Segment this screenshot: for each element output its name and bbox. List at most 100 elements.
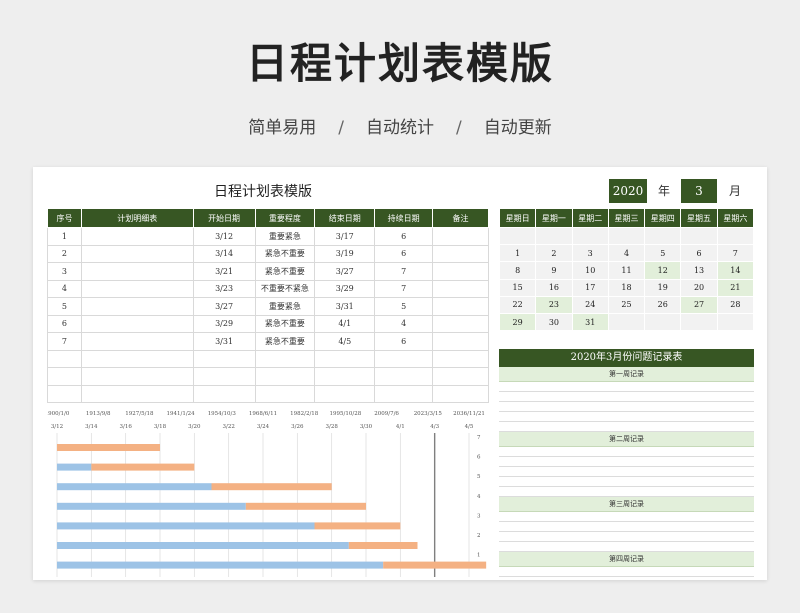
issue-row[interactable] xyxy=(499,477,754,487)
schedule-cell-end[interactable]: 4/1 xyxy=(314,314,376,333)
schedule-cell-empty[interactable] xyxy=(254,384,316,403)
schedule-cell-detail[interactable] xyxy=(80,227,194,246)
schedule-cell-empty[interactable] xyxy=(432,367,489,386)
schedule-cell-no[interactable]: 2 xyxy=(47,244,82,263)
schedule-cell-start[interactable]: 3/29 xyxy=(192,314,256,333)
calendar-day[interactable]: 7 xyxy=(716,244,755,263)
schedule-cell-end[interactable]: 3/27 xyxy=(314,262,376,281)
schedule-cell-empty[interactable] xyxy=(192,384,256,403)
schedule-cell-empty[interactable] xyxy=(80,349,194,368)
schedule-cell-level[interactable]: 紧急不重要 xyxy=(254,244,316,263)
schedule-cell-empty[interactable] xyxy=(47,384,82,403)
schedule-cell-no[interactable]: 6 xyxy=(47,314,82,333)
year-input[interactable]: 2020 xyxy=(609,179,647,203)
schedule-cell-empty[interactable] xyxy=(374,384,434,403)
schedule-cell-empty[interactable] xyxy=(192,367,256,386)
schedule-cell-note[interactable] xyxy=(432,297,489,316)
schedule-cell-empty[interactable] xyxy=(432,349,489,368)
schedule-cell-detail[interactable] xyxy=(80,314,194,333)
schedule-cell-dur[interactable]: 6 xyxy=(374,332,434,351)
schedule-cell-level[interactable]: 不重要不紧急 xyxy=(254,279,316,298)
issue-row[interactable] xyxy=(499,382,754,392)
calendar-day[interactable]: 24 xyxy=(571,295,609,314)
schedule-cell-dur[interactable]: 7 xyxy=(374,262,434,281)
schedule-cell-no[interactable]: 4 xyxy=(47,279,82,298)
calendar-day[interactable]: 8 xyxy=(498,261,537,280)
schedule-cell-note[interactable] xyxy=(432,279,489,298)
schedule-cell-end[interactable]: 4/5 xyxy=(314,332,376,351)
month-input[interactable]: 3 xyxy=(681,179,717,203)
schedule-cell-note[interactable] xyxy=(432,262,489,281)
schedule-cell-dur[interactable]: 6 xyxy=(374,244,434,263)
schedule-cell-start[interactable]: 3/23 xyxy=(192,279,256,298)
schedule-cell-note[interactable] xyxy=(432,244,489,263)
schedule-cell-empty[interactable] xyxy=(432,384,489,403)
issue-row[interactable] xyxy=(499,522,754,532)
schedule-cell-empty[interactable] xyxy=(254,349,316,368)
schedule-cell-no[interactable]: 7 xyxy=(47,332,82,351)
schedule-cell-dur[interactable]: 6 xyxy=(374,227,434,246)
calendar-day[interactable]: 3 xyxy=(571,244,609,263)
issue-row[interactable] xyxy=(499,512,754,522)
issue-row[interactable] xyxy=(499,392,754,402)
calendar-day[interactable]: 6 xyxy=(680,244,718,263)
schedule-cell-dur[interactable]: 4 xyxy=(374,314,434,333)
calendar-day[interactable]: 18 xyxy=(607,278,646,297)
issue-row[interactable] xyxy=(499,422,754,432)
issue-row[interactable] xyxy=(499,467,754,477)
schedule-cell-empty[interactable] xyxy=(374,349,434,368)
schedule-cell-empty[interactable] xyxy=(314,367,376,386)
schedule-cell-end[interactable]: 3/19 xyxy=(314,244,376,263)
calendar-day[interactable]: 4 xyxy=(607,244,646,263)
calendar-day[interactable]: 16 xyxy=(535,278,573,297)
schedule-cell-empty[interactable] xyxy=(192,349,256,368)
calendar-day[interactable]: 14 xyxy=(716,261,755,280)
calendar-day[interactable]: 22 xyxy=(498,295,537,314)
calendar-day[interactable]: 13 xyxy=(680,261,718,280)
schedule-cell-end[interactable]: 3/29 xyxy=(314,279,376,298)
schedule-cell-start[interactable]: 3/21 xyxy=(192,262,256,281)
schedule-cell-start[interactable]: 3/31 xyxy=(192,332,256,351)
schedule-cell-empty[interactable] xyxy=(80,367,194,386)
schedule-cell-level[interactable]: 重要紧急 xyxy=(254,227,316,246)
schedule-cell-level[interactable]: 紧急不重要 xyxy=(254,332,316,351)
schedule-cell-detail[interactable] xyxy=(80,332,194,351)
calendar-day[interactable]: 23 xyxy=(535,295,573,314)
issue-row[interactable] xyxy=(499,567,754,577)
calendar-day[interactable]: 11 xyxy=(607,261,646,280)
schedule-cell-note[interactable] xyxy=(432,227,489,246)
issue-row[interactable] xyxy=(499,402,754,412)
schedule-cell-dur[interactable]: 7 xyxy=(374,279,434,298)
schedule-cell-level[interactable]: 重要紧急 xyxy=(254,297,316,316)
calendar-day[interactable]: 19 xyxy=(644,278,682,297)
schedule-cell-note[interactable] xyxy=(432,314,489,333)
schedule-cell-no[interactable]: 1 xyxy=(47,227,82,246)
calendar-day[interactable]: 15 xyxy=(498,278,537,297)
calendar-day[interactable]: 2 xyxy=(535,244,573,263)
calendar-day[interactable]: 27 xyxy=(680,295,718,314)
schedule-cell-detail[interactable] xyxy=(80,279,194,298)
issue-row[interactable] xyxy=(499,577,754,580)
calendar-day[interactable]: 20 xyxy=(680,278,718,297)
schedule-cell-start[interactable]: 3/14 xyxy=(192,244,256,263)
issue-row[interactable] xyxy=(499,487,754,497)
schedule-cell-empty[interactable] xyxy=(80,384,194,403)
calendar-day[interactable]: 31 xyxy=(571,312,609,332)
schedule-cell-note[interactable] xyxy=(432,332,489,351)
schedule-cell-detail[interactable] xyxy=(80,297,194,316)
issue-row[interactable] xyxy=(499,457,754,467)
calendar-day[interactable]: 26 xyxy=(644,295,682,314)
calendar-day[interactable]: 9 xyxy=(535,261,573,280)
schedule-cell-no[interactable]: 5 xyxy=(47,297,82,316)
schedule-cell-empty[interactable] xyxy=(254,367,316,386)
issue-row[interactable] xyxy=(499,542,754,552)
schedule-cell-start[interactable]: 3/27 xyxy=(192,297,256,316)
calendar-day[interactable]: 25 xyxy=(607,295,646,314)
schedule-cell-empty[interactable] xyxy=(314,384,376,403)
issue-row[interactable] xyxy=(499,532,754,542)
issue-row[interactable] xyxy=(499,447,754,457)
calendar-day[interactable]: 12 xyxy=(644,261,682,280)
calendar-day[interactable]: 28 xyxy=(716,295,755,314)
calendar-day[interactable]: 5 xyxy=(644,244,682,263)
schedule-cell-end[interactable]: 3/17 xyxy=(314,227,376,246)
